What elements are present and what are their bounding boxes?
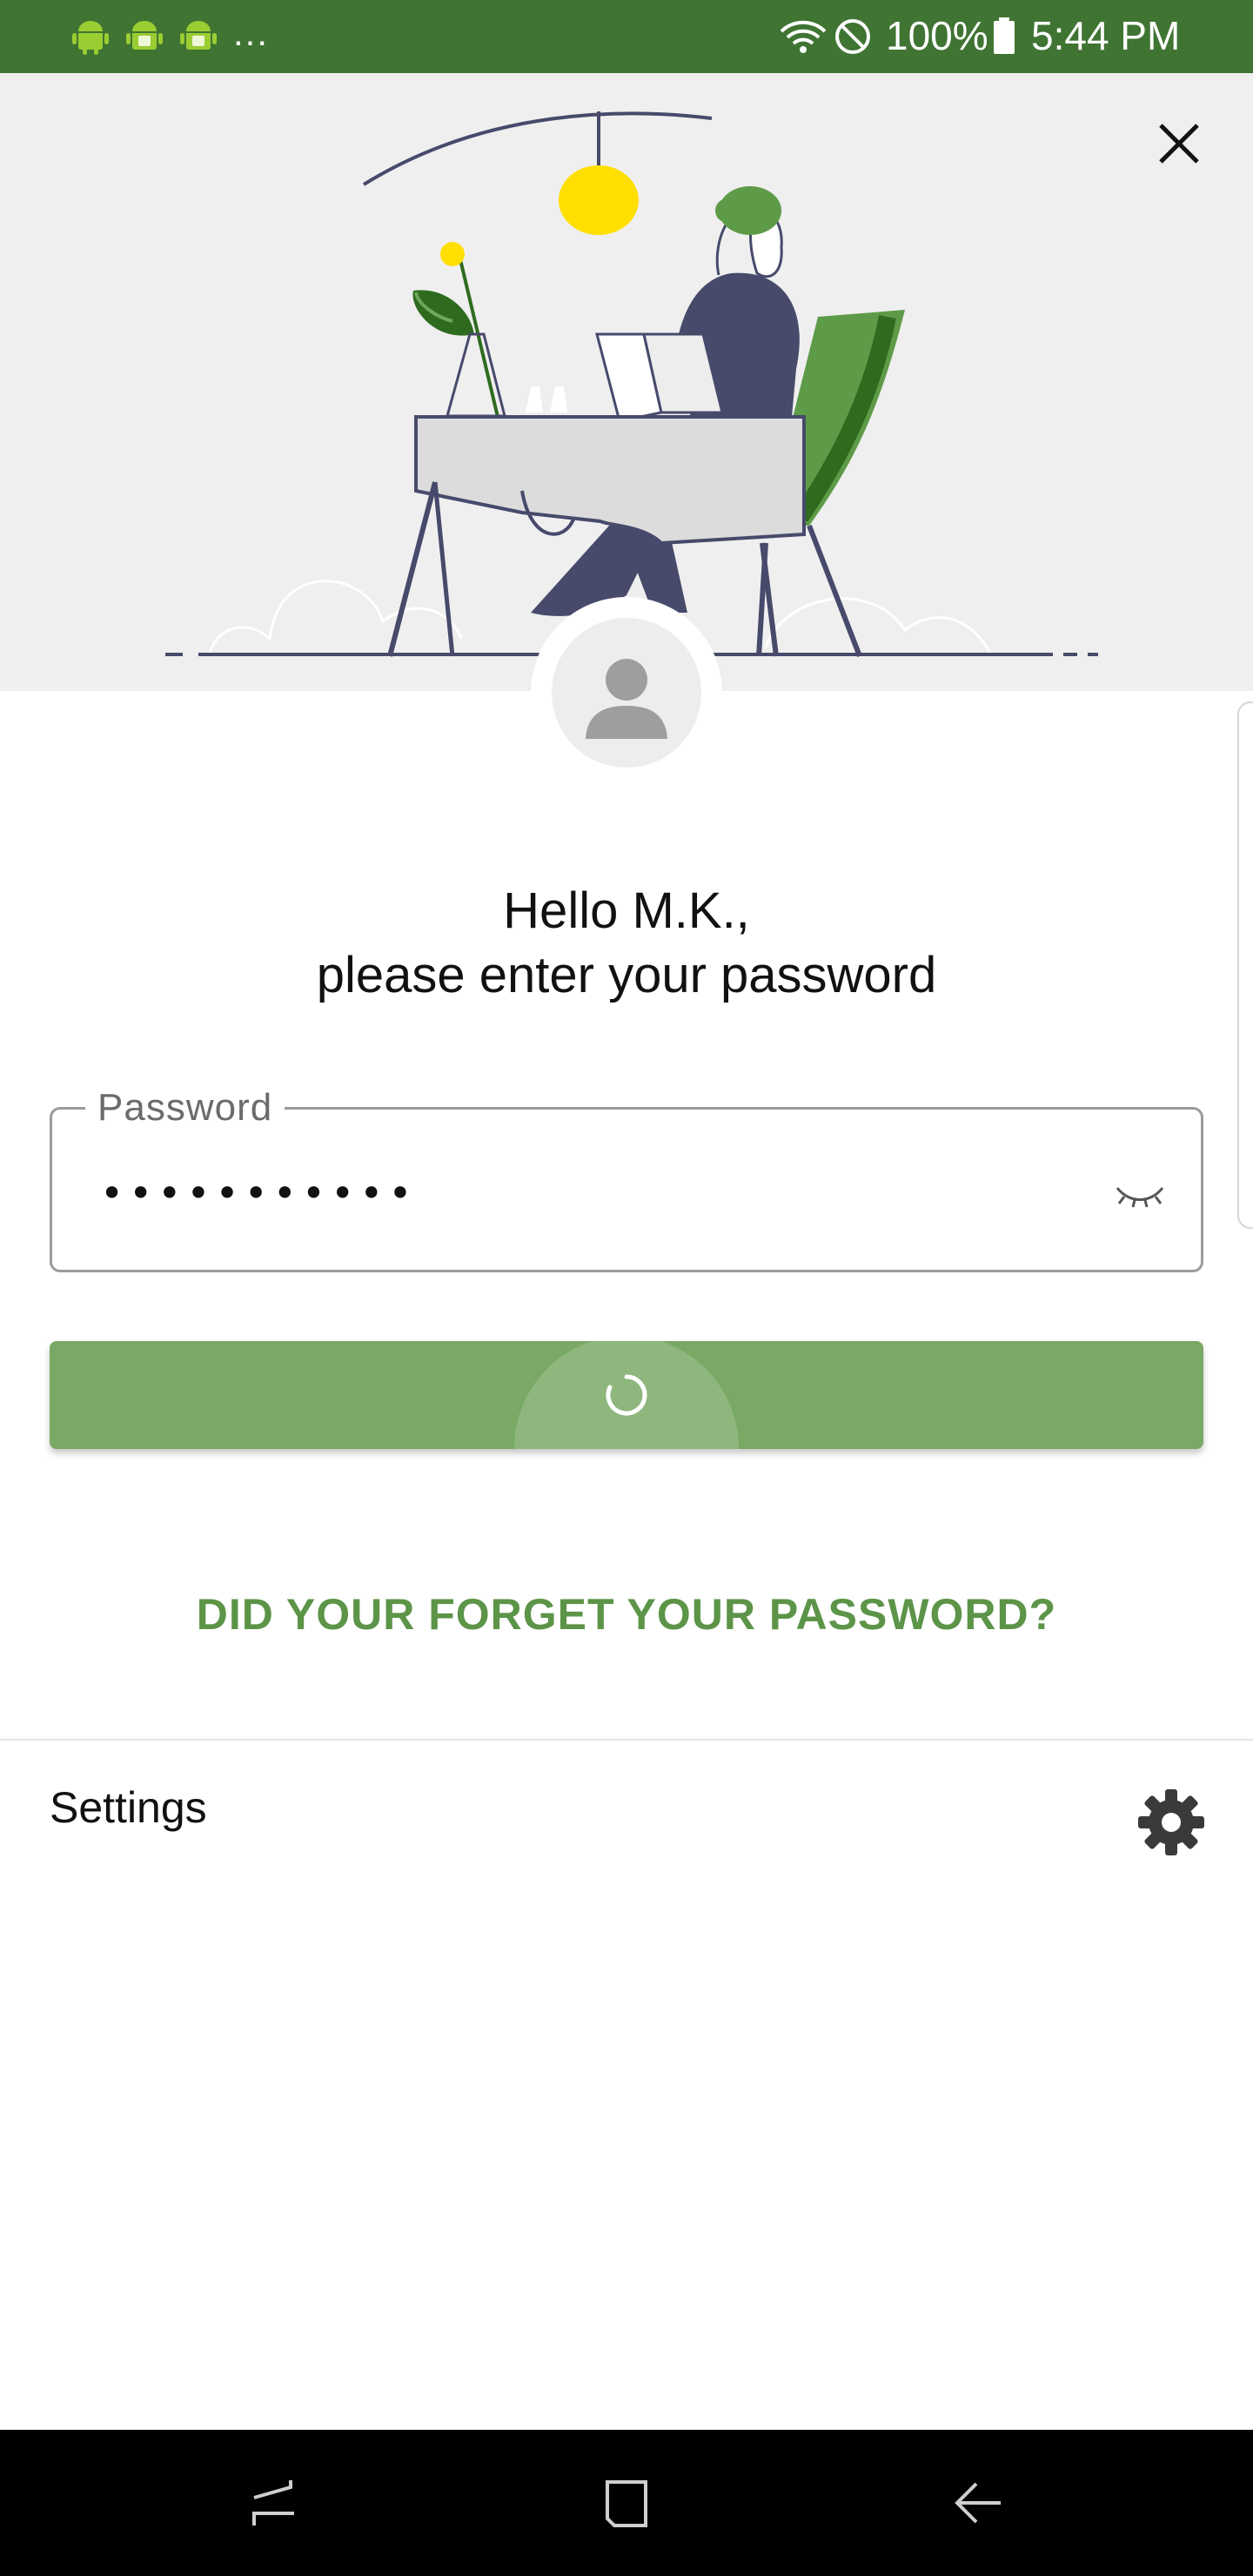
battery-icon [994, 17, 1015, 54]
user-avatar-icon [586, 659, 667, 739]
eye-closed-icon [1116, 1187, 1164, 1208]
notification-overflow: ... [233, 12, 270, 53]
navigation-bar [0, 2430, 1253, 2576]
do-not-disturb-icon [835, 19, 870, 54]
password-input[interactable] [100, 1167, 1057, 1219]
android-app-icon [180, 21, 217, 50]
submit-button[interactable] [50, 1341, 1203, 1449]
android-icon [72, 21, 109, 55]
status-bar: ... 100% 5:44 PM [0, 0, 1253, 73]
greeting-line-1: Hello M.K., [503, 882, 750, 939]
recent-apps-button[interactable] [231, 2459, 318, 2546]
password-field[interactable] [50, 1107, 1203, 1272]
forgot-password-link[interactable]: DID YOUR FORGET YOUR PASSWORD? [0, 1589, 1253, 1640]
loading-spinner-icon [606, 1374, 647, 1416]
close-button[interactable] [1149, 113, 1209, 174]
back-icon [955, 2482, 1001, 2524]
recent-apps-icon [252, 2480, 294, 2526]
wifi-icon [780, 20, 827, 53]
battery-percentage: 100% [886, 13, 988, 58]
greeting: Hello M.K., please enter your password [0, 879, 1253, 1008]
home-icon [606, 2480, 647, 2527]
back-button[interactable] [935, 2459, 1022, 2546]
home-button[interactable] [583, 2459, 670, 2546]
avatar-circle [552, 618, 701, 768]
android-app-icon [126, 21, 163, 50]
close-icon [1159, 124, 1199, 164]
greeting-line-2: please enter your password [316, 947, 937, 1003]
toggle-password-visibility-button[interactable] [1101, 1160, 1179, 1230]
password-label: Password [85, 1086, 285, 1130]
clock: 5:44 PM [1031, 13, 1181, 58]
settings-row[interactable]: Settings [0, 1741, 1253, 1888]
avatar [531, 597, 722, 788]
gear-icon[interactable] [1136, 1788, 1206, 1857]
settings-label: Settings [50, 1783, 207, 1832]
